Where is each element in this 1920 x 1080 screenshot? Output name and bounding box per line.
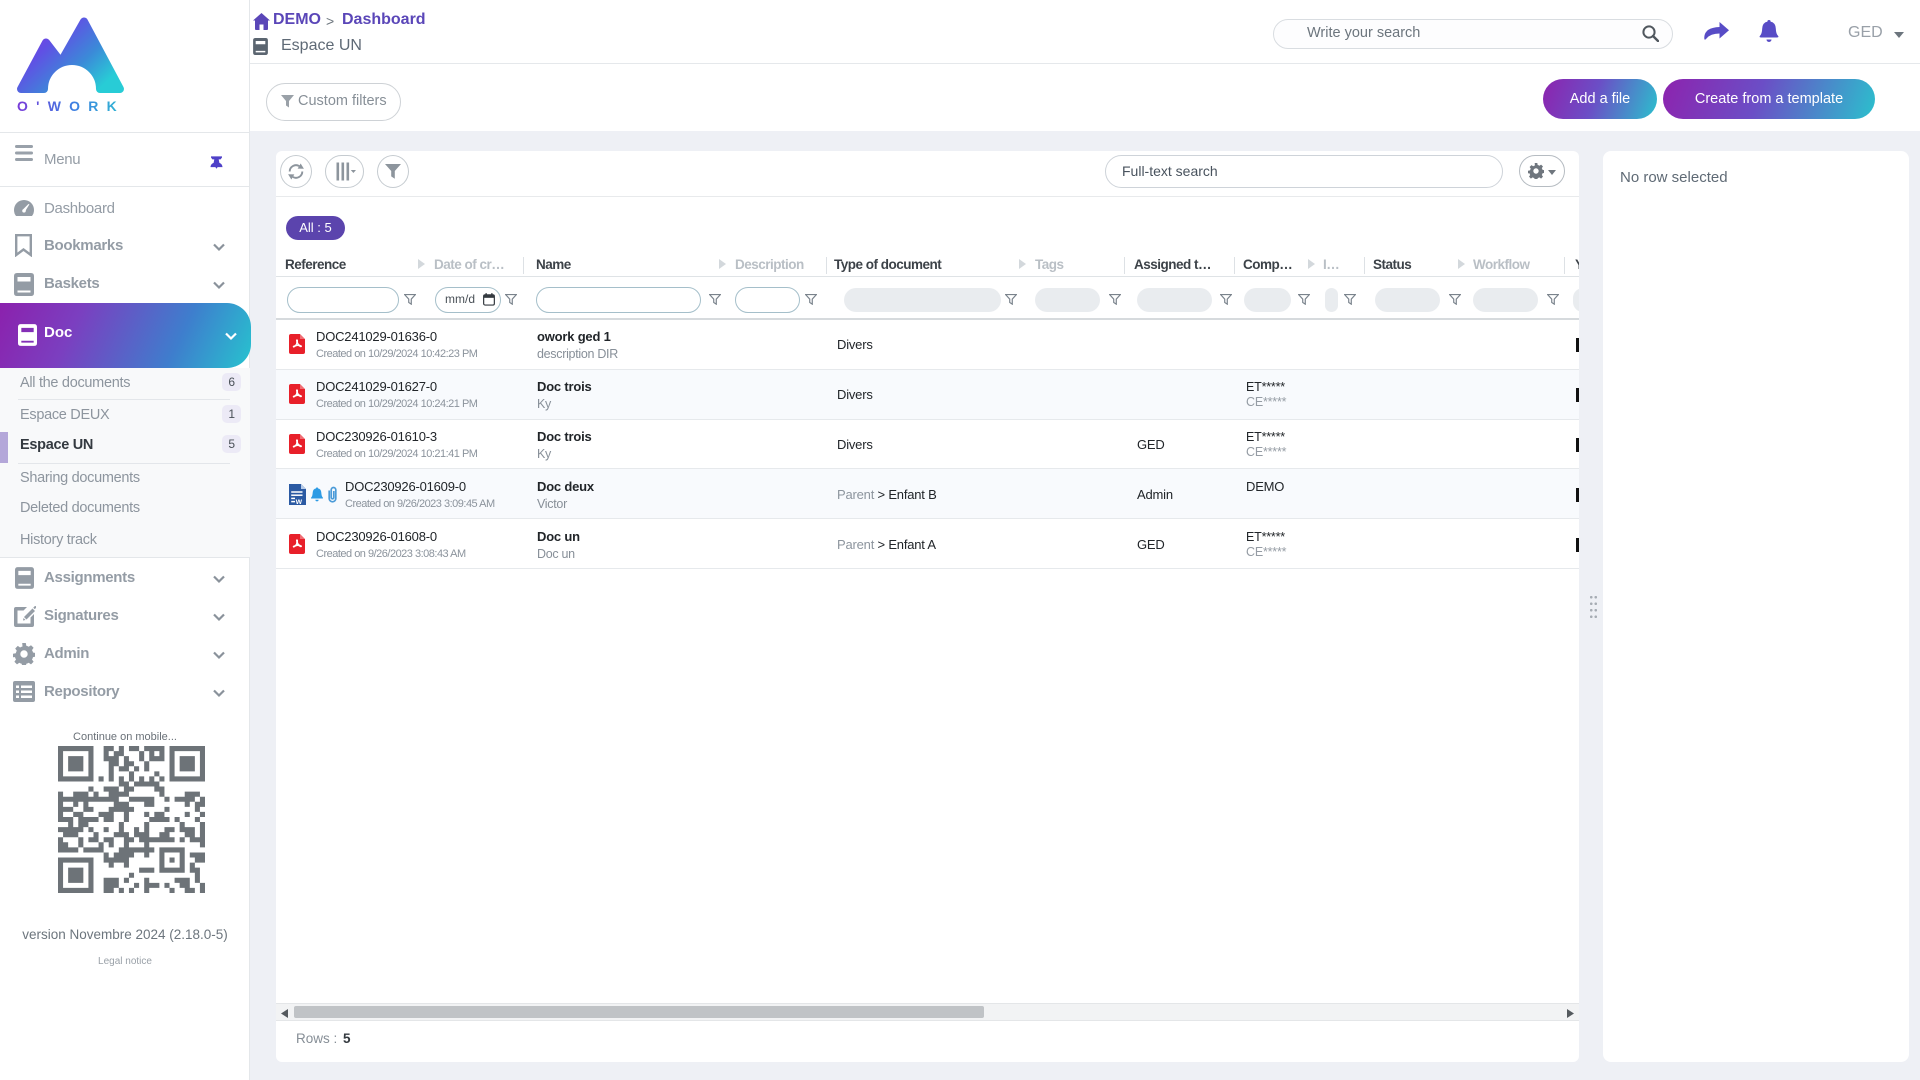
svg-text:O'WORK: O'WORK [17,99,125,114]
svg-text:w: w [295,497,303,505]
